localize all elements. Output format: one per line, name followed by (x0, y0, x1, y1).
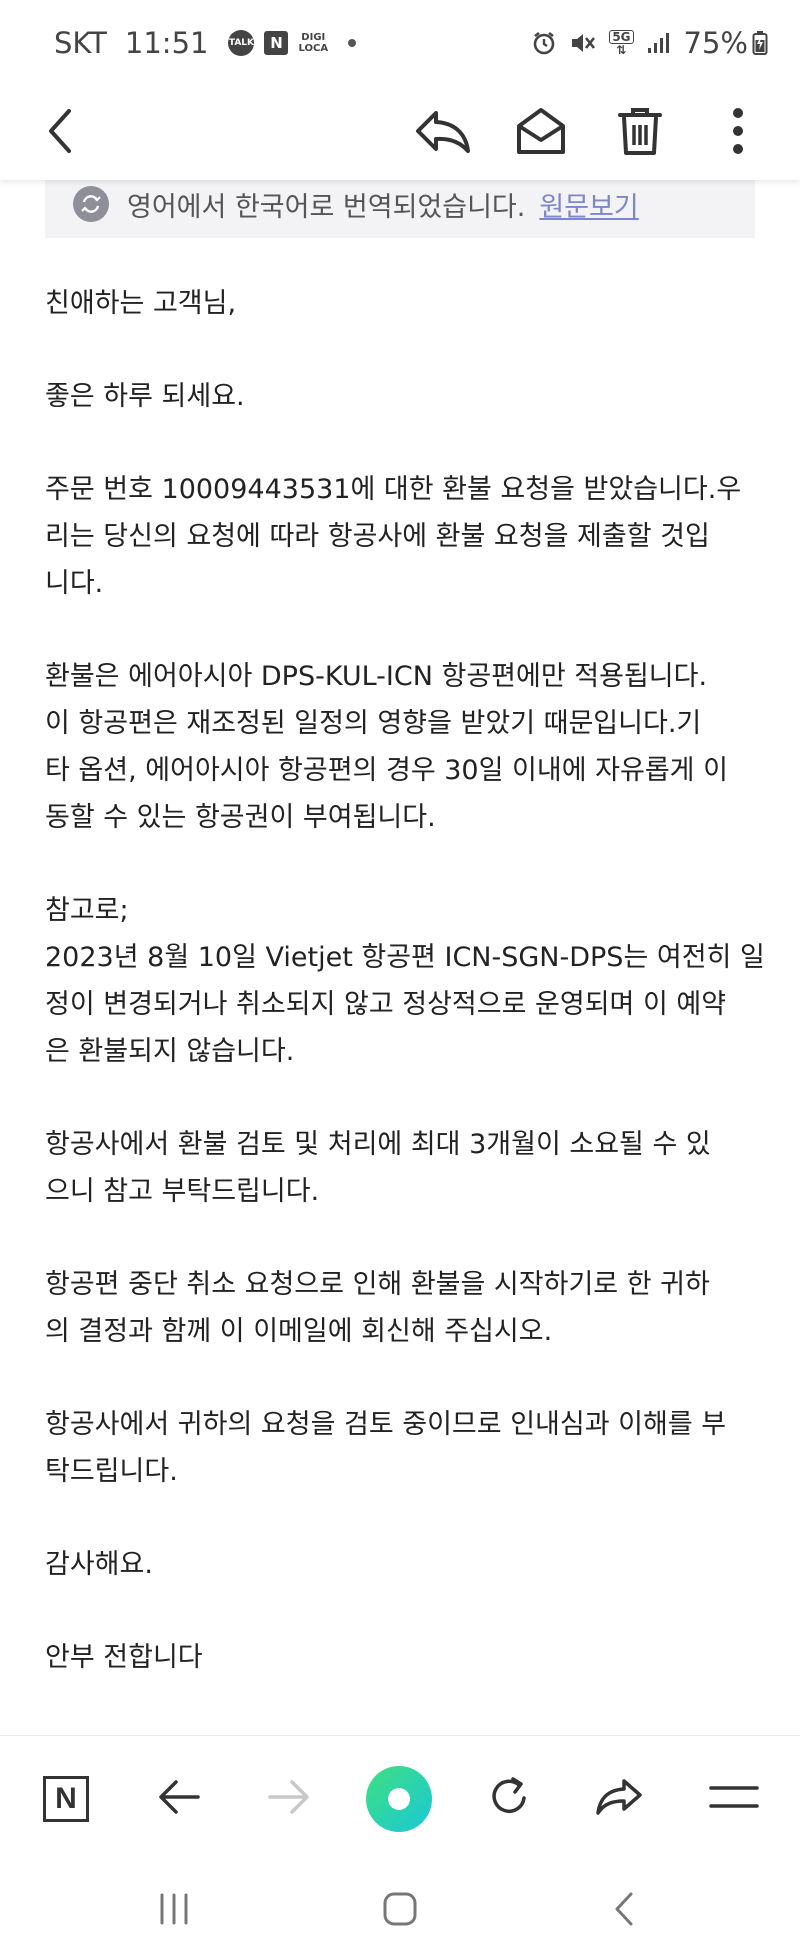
mute-icon (569, 30, 597, 56)
recent-apps-button[interactable] (139, 1881, 209, 1941)
network-label: 5G (609, 30, 634, 44)
digiloca-badge-icon: DIGI LOCA (298, 32, 328, 54)
translation-banner: 영어에서 한국어로 번역되었습니다. 원문보기 (45, 170, 755, 238)
view-original-link[interactable]: 원문보기 (539, 185, 638, 224)
notification-dot-icon (348, 39, 357, 47)
delete-icon (616, 105, 664, 161)
email-body: 친애하는 고객님, 좋은 하루 되세요. 주문 번호 10009443531에 … (45, 280, 765, 1727)
digi-line1: DIGI (301, 32, 326, 43)
back-button[interactable] (28, 100, 94, 166)
naver-home-button[interactable]: N (31, 1764, 101, 1834)
mail-toolbar (0, 86, 800, 180)
mark-unread-button[interactable] (508, 100, 574, 166)
system-back-icon (605, 1889, 645, 1933)
menu-icon (709, 1782, 759, 1816)
reply-icon (414, 107, 472, 159)
network-5g-icon: 5G ⇅ (609, 30, 634, 57)
translation-notice: 영어에서 한국어로 번역되었습니다. (127, 191, 526, 223)
data-arrows-icon: ⇅ (616, 43, 627, 57)
email-paragraph: 항공편 중단 취소 요청으로 인해 환불을 시작하기로 한 귀하 의 결정과 함… (45, 1269, 710, 1347)
share-button[interactable] (584, 1764, 654, 1834)
email-paragraph: 좋은 하루 되세요. (45, 381, 245, 412)
battery-indicator: 75% (684, 26, 768, 60)
recent-apps-icon (154, 1889, 194, 1933)
reply-button[interactable] (410, 100, 476, 166)
status-left: SKT 11:51 TALK N DIGI LOCA (54, 26, 357, 60)
more-options-button[interactable] (705, 100, 771, 166)
browser-forward-button[interactable] (254, 1764, 324, 1834)
back-arrow-icon (156, 1777, 202, 1821)
green-dot-icon (366, 1766, 432, 1832)
menu-button[interactable] (699, 1764, 769, 1834)
status-right: 5G ⇅ 75% (531, 26, 768, 60)
browser-bottom-bar: N (0, 1735, 800, 1861)
email-paragraph: 주문 번호 10009443531에 대한 환불 요청을 받았습니다.우 리는 … (45, 474, 742, 599)
battery-charging-icon (752, 30, 768, 56)
more-icon (730, 105, 746, 161)
home-icon (380, 1889, 420, 1933)
clock: 11:51 (124, 26, 209, 60)
email-paragraph: 항공사에서 귀하의 요청을 검토 중이므로 인내심과 이해를 부 탁드립니다. (45, 1409, 727, 1487)
status-bar: SKT 11:51 TALK N DIGI LOCA 5G ⇅ 75% (0, 0, 800, 86)
alarm-icon (531, 30, 557, 56)
email-paragraph: 감사해요. (45, 1549, 153, 1580)
naver-badge-icon: N (264, 31, 289, 55)
browser-back-button[interactable] (144, 1764, 214, 1834)
talk-badge-icon: TALK (228, 30, 255, 56)
greeting: 친애하는 고객님, (45, 288, 237, 319)
email-paragraph: 참고로; 2023년 8월 10일 Vietjet 항공편 ICN-SGN-DP… (45, 895, 765, 1067)
forward-arrow-icon (266, 1777, 312, 1821)
translate-icon (73, 186, 109, 222)
refresh-icon (486, 1774, 532, 1824)
battery-percent: 75% (683, 26, 748, 60)
green-dot-button[interactable] (364, 1764, 434, 1834)
carrier-label: SKT (54, 26, 107, 60)
system-back-button[interactable] (590, 1881, 660, 1941)
refresh-button[interactable] (474, 1764, 544, 1834)
delete-button[interactable] (607, 100, 673, 166)
email-paragraph: 항공사에서 환불 검토 및 처리에 최대 3개월이 소요될 수 있 으니 참고 … (45, 1129, 711, 1207)
digi-line2: LOCA (298, 43, 329, 54)
naver-logo-icon: N (43, 1776, 89, 1822)
back-icon (41, 107, 81, 159)
system-nav-bar (0, 1861, 800, 1956)
green-dot-center (388, 1788, 410, 1810)
share-icon (594, 1775, 644, 1823)
home-button[interactable] (365, 1881, 435, 1941)
mark-unread-icon (515, 106, 567, 160)
signoff: 안부 전합니다 (45, 1642, 203, 1673)
signal-icon (646, 31, 672, 55)
email-paragraph: 환불은 에어아시아 DPS-KUL-ICN 항공편에만 적용됩니다. 이 항공편… (45, 661, 728, 833)
